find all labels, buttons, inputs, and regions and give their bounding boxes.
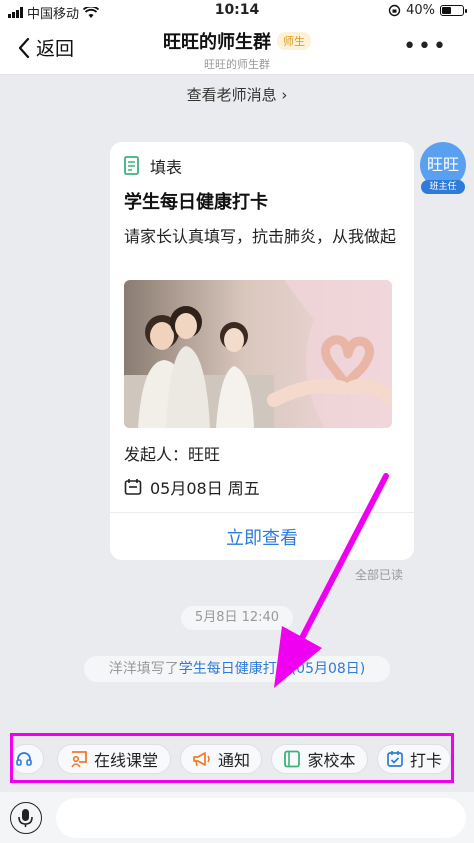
message-input[interactable] [56,798,466,838]
card-date-row: 05月08日 周五 [124,475,260,499]
card-title: 学生每日健康打卡 [124,192,268,213]
quick-action-bar: 在线课堂 通知 家校本 打卡 [0,730,474,790]
system-message-link[interactable]: 学生每日健康打卡 [179,661,291,677]
read-status: 全部已读 [355,568,404,582]
system-message-suffix: (05月08日) [290,661,366,677]
highlight-box [10,733,454,783]
status-right: 40% [388,3,467,18]
form-icon [124,156,139,175]
calendar-icon [124,479,142,495]
card-date: 05月08日 周五 [150,479,260,498]
form-card[interactable]: 填表 学生每日健康打卡 请家长认真填写，抗击肺炎，从我做起 发起人：旺旺 05月… [110,142,414,560]
sender-role-tag: 班主任 [421,180,465,194]
battery-percent: 40% [406,3,435,18]
system-message: 洋洋填写了学生每日健康打卡(05月08日) [84,656,390,682]
input-bar [0,792,474,843]
message-timestamp: 5月8日 12:40 [181,606,293,630]
nav-bar: 返回 旺旺的师生群 师生 旺旺的师生群 ••• [0,24,474,75]
system-message-prefix: 洋洋填写了 [108,661,179,677]
voice-button[interactable] [10,802,42,834]
battery-icon [440,5,467,16]
status-bar: 中国移动 10:14 40% [0,0,474,24]
view-now-button[interactable]: 立即查看 [110,524,414,550]
group-type-badge: 师生 [277,32,311,50]
orientation-lock-icon [388,4,401,17]
card-divider [110,512,414,513]
view-teacher-messages-link[interactable]: 查看老师消息 › [0,84,474,105]
card-type-label: 填表 [150,158,183,177]
microphone-icon [18,809,33,827]
card-description: 请家长认真填写，抗击肺炎，从我做起 [124,227,397,246]
card-initiator: 发起人：旺旺 [124,445,221,464]
card-cover-image [124,280,392,428]
card-header: 填表 [124,154,182,178]
more-button[interactable]: ••• [403,34,448,59]
page-title: 旺旺的师生群 [163,32,271,53]
